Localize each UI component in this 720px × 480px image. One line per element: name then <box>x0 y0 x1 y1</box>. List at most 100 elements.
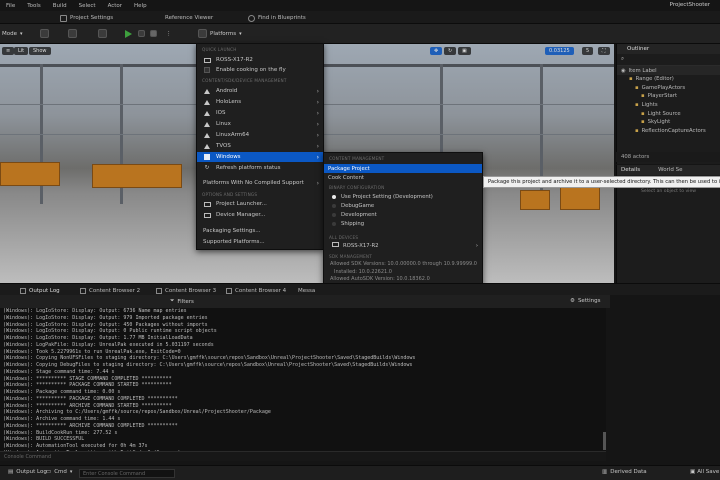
mode-label: Mode <box>2 30 17 37</box>
linux-icon <box>203 121 211 128</box>
tab-project-settings[interactable]: Project Settings <box>60 13 113 23</box>
tab-messages[interactable]: Messa <box>298 286 315 295</box>
bottom-tab-bar: Output Log Content Browser 2 Content Bro… <box>0 283 720 295</box>
quick-launch-device[interactable]: ROSS-X17-R2 <box>197 55 323 65</box>
outliner-row[interactable]: ▪ ReflectionCaptureActors <box>617 127 720 136</box>
tab-content-browser-4[interactable]: Content Browser 4 <box>226 286 286 295</box>
outliner-row[interactable]: ▪ GamePlayActors <box>617 84 720 93</box>
status-output-log-button[interactable]: ▤ Output Log <box>8 469 47 475</box>
maximize-viewport-button[interactable]: ⛶ <box>598 47 610 55</box>
platform-linux[interactable]: Linux › <box>197 119 323 129</box>
packaging-settings-item[interactable]: Packaging Settings... <box>197 226 323 236</box>
project-launcher-item[interactable]: Project Launcher... <box>197 199 323 209</box>
details-empty-hint: Select an object to view <box>640 189 697 194</box>
outliner-search-row[interactable]: ⌕ <box>617 54 720 66</box>
device-manager-item[interactable]: Device Manager... <box>197 210 323 220</box>
menu-help[interactable]: Help <box>134 3 147 9</box>
outliner-row[interactable]: ▪ PlayerStart <box>617 92 720 101</box>
cook-on-the-fly-checkbox[interactable]: Enable cooking on the fly <box>197 65 323 75</box>
cook-content-item[interactable]: Cook Content <box>324 173 482 182</box>
log-scrollbar[interactable] <box>603 432 606 450</box>
windows-icon <box>203 154 211 161</box>
refresh-platform-status[interactable]: ↻ Refresh platform status <box>197 163 323 173</box>
play-button[interactable] <box>125 28 132 39</box>
platform-linuxarm64[interactable]: LinuxArm64 › <box>197 130 323 140</box>
transform-scale-button[interactable]: ▣ <box>458 47 471 55</box>
radio-icon <box>332 194 336 199</box>
blueprints-button[interactable] <box>68 28 77 39</box>
outliner-tree: ▪ Range (Editor) ▪ GamePlayActors ▪ PlayerSta… <box>617 75 720 135</box>
tab-content-browser-3[interactable]: Content Browser 3 <box>156 286 216 295</box>
outliner-row[interactable]: ▪ SkyLight <box>617 118 720 127</box>
tab-content-browser-2[interactable]: Content Browser 2 <box>80 286 140 295</box>
camera-speed-button[interactable]: 5 <box>582 47 594 55</box>
output-log[interactable]: (Windows): LogIoStore: Display: Output: … <box>0 308 606 451</box>
ios-icon <box>203 110 211 117</box>
platform-tvos[interactable]: TVOS › <box>197 141 323 151</box>
tab-label: Content Browser 4 <box>235 287 287 294</box>
menu-build[interactable]: Build <box>53 3 67 9</box>
binary-config-option[interactable]: Shipping <box>324 219 482 228</box>
platforms-no-compiled-support[interactable]: Platforms With No Compiled Support › <box>197 178 323 188</box>
menu-actor[interactable]: Actor <box>108 3 122 9</box>
outliner-row[interactable]: ▪ Lights <box>617 101 720 110</box>
device-label: ROSS-X17-R2 <box>216 57 253 63</box>
cook-fly-label: Enable cooking on the fly <box>216 67 286 73</box>
outliner-column-header[interactable]: ◉ Item Label <box>617 66 720 75</box>
step-button[interactable] <box>138 28 145 39</box>
log-line: (Windows): Copying NonUFSFiles to stagin… <box>3 355 416 362</box>
binary-config-option[interactable]: DebugGame <box>324 201 482 210</box>
add-actor-button[interactable] <box>40 28 49 39</box>
sdk-info-line: Installed: 10.0.22621.0 <box>334 268 392 275</box>
viewport-options-button[interactable]: ≡ <box>2 47 15 55</box>
lit-button[interactable]: Lit <box>14 47 29 55</box>
log-line: (Windows): ********** PACKAGE COMMAND ST… <box>3 382 172 389</box>
filters-dropdown[interactable]: ⏷ Filters <box>170 298 194 305</box>
device-ross-x17-r2[interactable]: ROSS-X17-R2 › <box>324 241 482 250</box>
details-tabs: Details World Se <box>617 165 720 175</box>
platform-ios[interactable]: IOS › <box>197 108 323 118</box>
outliner-row[interactable]: ▪ Light Source <box>617 109 720 118</box>
snap-value-button[interactable]: 0.03125 <box>545 47 574 55</box>
cmd-dropdown[interactable]: ▭ Cmd ▾ <box>46 469 72 475</box>
section-quick-launch: QUICK LAUNCH <box>202 47 237 52</box>
packaging-settings-label: Packaging Settings... <box>203 228 261 234</box>
transform-move-button[interactable]: ✥ <box>430 47 443 55</box>
settings-label: Settings <box>577 298 601 304</box>
linuxarm64-icon <box>203 132 211 139</box>
platform-android[interactable]: Android › <box>197 86 323 96</box>
tab-world-settings[interactable]: World Se <box>658 167 682 173</box>
mode-dropdown[interactable]: Mode ▾ <box>2 28 23 39</box>
supported-platforms-item[interactable]: Supported Platforms... <box>197 237 323 247</box>
console-command-input[interactable]: Enter Console Command <box>79 469 175 478</box>
section-all-devices: ALL DEVICES <box>329 235 359 240</box>
binary-config-option[interactable]: Use Project Setting (Development) <box>324 192 482 201</box>
platforms-button[interactable]: Platforms ▾ <box>198 28 242 39</box>
derived-data-button[interactable]: ▥ Derived Data <box>602 469 647 475</box>
tab-find-in-blueprints[interactable]: Find in Blueprints <box>248 13 306 23</box>
menu-select[interactable]: Select <box>79 3 96 9</box>
chevron-right-icon: › <box>316 98 319 106</box>
gear-icon: ⚙ <box>570 298 575 304</box>
show-button[interactable]: Show <box>29 47 51 55</box>
tab-reference-viewer[interactable]: Reference Viewer <box>165 13 213 23</box>
stop-button[interactable] <box>150 28 157 39</box>
show-label: Show <box>33 48 47 54</box>
menu-file[interactable]: File <box>6 3 15 9</box>
log-settings-button[interactable]: ⚙ Settings <box>570 298 601 304</box>
platform-windows[interactable]: Windows › <box>197 152 323 162</box>
outliner-row-label: SkyLight <box>647 119 671 126</box>
all-saved-button[interactable]: ▣ All Save <box>690 469 719 475</box>
console-command-hint[interactable]: Console Command <box>0 451 606 461</box>
cinematics-button[interactable] <box>98 28 107 39</box>
play-options-button[interactable]: ⋮ <box>166 28 172 39</box>
package-project-item[interactable]: Package Project <box>324 164 482 173</box>
tab-output-log[interactable]: Output Log <box>20 286 60 295</box>
outliner-row[interactable]: ▪ Range (Editor) <box>617 75 720 84</box>
transform-rotate-button[interactable]: ↻ <box>444 47 457 55</box>
binary-config-label: Development <box>341 211 377 218</box>
platform-hololens[interactable]: HoloLens › <box>197 97 323 107</box>
binary-config-option[interactable]: Development <box>324 210 482 219</box>
menu-tools[interactable]: Tools <box>27 3 41 9</box>
tab-details[interactable]: Details <box>621 167 640 173</box>
